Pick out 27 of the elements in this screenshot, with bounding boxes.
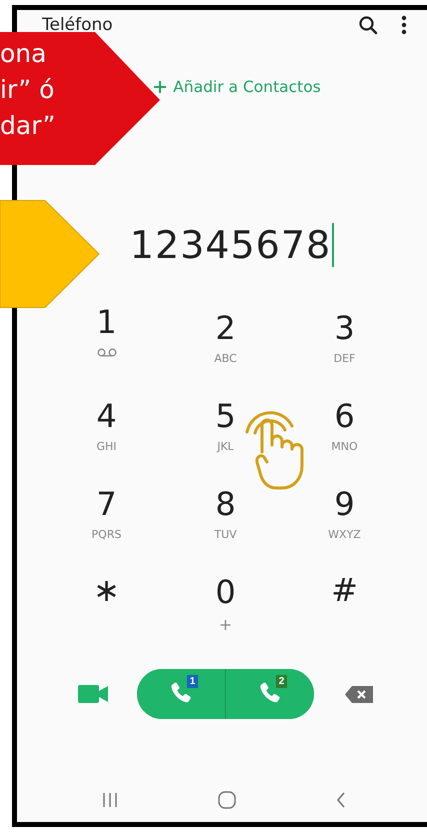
recent-apps-icon[interactable] bbox=[102, 792, 118, 808]
dial-key[interactable]: 6 MNO bbox=[285, 384, 404, 466]
home-icon[interactable] bbox=[218, 791, 236, 809]
dialed-number-field[interactable]: 12345678 bbox=[130, 223, 334, 267]
dial-key[interactable]: 3 DEF bbox=[285, 296, 404, 378]
dial-key[interactable]: 4 GHI bbox=[47, 384, 166, 466]
dial-key[interactable]: 5 JKL bbox=[166, 384, 285, 466]
sim-badge: 2 bbox=[276, 675, 287, 688]
dial-key[interactable]: 2 ABC bbox=[166, 296, 285, 378]
dial-key[interactable]: # bbox=[285, 554, 404, 636]
backspace-icon[interactable] bbox=[345, 686, 373, 702]
dial-key[interactable]: 8 TUV bbox=[166, 472, 285, 554]
search-icon[interactable] bbox=[358, 14, 378, 34]
more-options-icon[interactable] bbox=[401, 14, 407, 34]
voicemail-icon bbox=[96, 348, 116, 357]
video-call-icon[interactable] bbox=[78, 685, 108, 703]
plus-icon bbox=[153, 80, 168, 94]
dial-key[interactable]: 0 + bbox=[166, 560, 285, 642]
sim-badge: 1 bbox=[187, 675, 198, 688]
call-button[interactable]: 2 bbox=[225, 669, 314, 719]
callout-text: ona ir” ó dar” bbox=[0, 38, 56, 142]
dial-key[interactable]: 9 WXYZ bbox=[285, 472, 404, 554]
dial-key[interactable]: ∗ bbox=[47, 554, 166, 636]
dial-key[interactable]: 1 bbox=[47, 290, 166, 372]
dial-key[interactable]: 7 PQRS bbox=[47, 472, 166, 554]
app-title: Teléfono bbox=[42, 14, 114, 34]
back-icon[interactable] bbox=[336, 792, 346, 808]
